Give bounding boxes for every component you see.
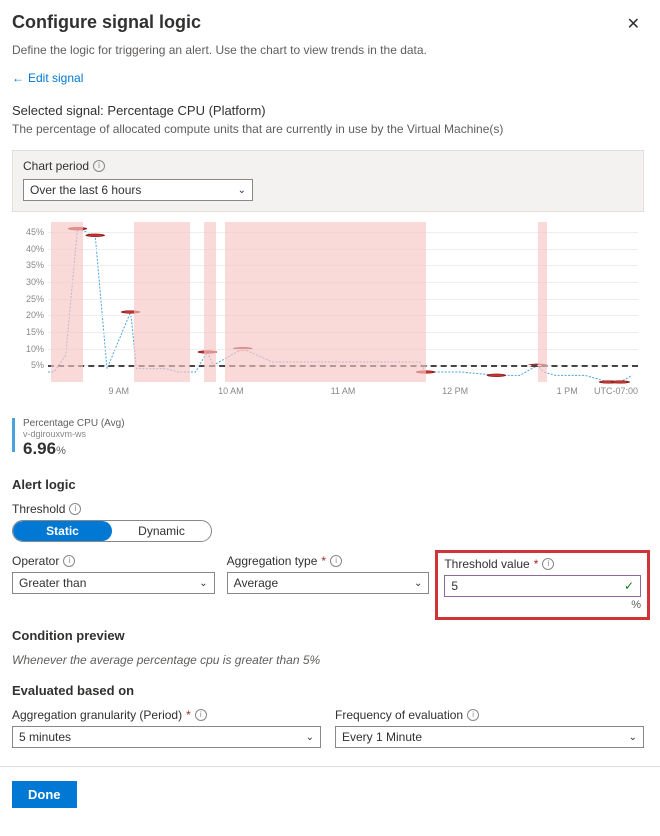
- y-tick: 15%: [26, 327, 44, 337]
- threshold-mode-static[interactable]: Static: [13, 521, 112, 541]
- aggregation-type-label: Aggregation type: [227, 554, 318, 568]
- threshold-value-highlight: Threshold value * i 5 ✓ %: [435, 550, 650, 620]
- chevron-down-icon: ⌄: [199, 578, 207, 589]
- frequency-label: Frequency of evaluation: [335, 708, 463, 722]
- threshold-label: Threshold: [12, 502, 65, 516]
- required-icon: *: [534, 557, 539, 571]
- x-tick: 12 PM: [442, 386, 468, 396]
- selected-signal: Selected signal: Percentage CPU (Platfor…: [12, 103, 644, 118]
- x-tick: 1 PM: [557, 386, 578, 396]
- y-tick: 25%: [26, 294, 44, 304]
- info-icon[interactable]: i: [467, 709, 479, 721]
- info-icon[interactable]: i: [69, 503, 81, 515]
- aggregation-type-value: Average: [234, 576, 278, 590]
- chart-period-panel: Chart period i Over the last 6 hours ⌄: [12, 150, 644, 212]
- chart-timezone: UTC-07:00: [594, 386, 638, 396]
- chart-period-dropdown[interactable]: Over the last 6 hours ⌄: [23, 179, 253, 201]
- check-icon: ✓: [624, 579, 634, 593]
- threshold-value-text: 5: [451, 579, 458, 593]
- summary-value: 6.96: [23, 439, 56, 458]
- info-icon[interactable]: i: [63, 555, 75, 567]
- close-icon[interactable]: ✕: [623, 12, 644, 36]
- x-tick: 10 AM: [218, 386, 244, 396]
- y-tick: 45%: [26, 227, 44, 237]
- threshold-value-input[interactable]: 5 ✓: [444, 575, 641, 597]
- summary-unit: %: [56, 445, 66, 457]
- operator-label: Operator: [12, 554, 59, 568]
- y-tick: 5%: [31, 360, 44, 370]
- y-tick: 35%: [26, 260, 44, 270]
- y-tick: 20%: [26, 310, 44, 320]
- chart-period-label: Chart period: [23, 159, 89, 173]
- signal-chart: 5% 10% 15% 20% 25% 30% 35% 40% 45% UTC-07:00 9 A…: [12, 222, 644, 412]
- operator-dropdown[interactable]: Greater than ⌄: [12, 572, 215, 594]
- selected-signal-description: The percentage of allocated compute unit…: [12, 122, 644, 136]
- chart-period-value: Over the last 6 hours: [30, 183, 141, 197]
- page-title: Configure signal logic: [12, 12, 201, 33]
- y-tick: 30%: [26, 277, 44, 287]
- evaluated-heading: Evaluated based on: [12, 683, 644, 698]
- x-tick: 11 AM: [331, 386, 356, 396]
- alert-logic-heading: Alert logic: [12, 477, 644, 492]
- info-icon[interactable]: i: [195, 709, 207, 721]
- edit-signal-label: Edit signal: [28, 71, 83, 85]
- required-icon: *: [321, 554, 326, 568]
- chevron-down-icon: ⌄: [414, 578, 422, 589]
- condition-preview-text: Whenever the average percentage cpu is g…: [12, 653, 644, 667]
- arrow-left-icon: ←: [12, 71, 24, 85]
- x-tick: 9 AM: [109, 386, 130, 396]
- edit-signal-link[interactable]: ← Edit signal: [12, 71, 644, 85]
- summary-subtitle: v-dgirouxvm-ws: [23, 429, 125, 439]
- frequency-value: Every 1 Minute: [342, 730, 422, 744]
- granularity-dropdown[interactable]: 5 minutes ⌄: [12, 726, 321, 748]
- info-icon[interactable]: i: [93, 160, 105, 172]
- y-tick: 40%: [26, 244, 44, 254]
- threshold-value-unit: %: [444, 599, 641, 611]
- y-tick: 10%: [26, 344, 44, 354]
- chart-summary: Percentage CPU (Avg) v-dgirouxvm-ws 6.96…: [12, 418, 644, 459]
- info-icon[interactable]: i: [542, 558, 554, 570]
- granularity-value: 5 minutes: [19, 730, 71, 744]
- series-color-indicator: [12, 418, 15, 452]
- aggregation-type-dropdown[interactable]: Average ⌄: [227, 572, 430, 594]
- threshold-mode-toggle[interactable]: Static Dynamic: [12, 520, 212, 542]
- condition-preview-heading: Condition preview: [12, 628, 644, 643]
- summary-label: Percentage CPU (Avg): [23, 418, 125, 429]
- operator-value: Greater than: [19, 576, 86, 590]
- chevron-down-icon: ⌄: [306, 732, 314, 743]
- chevron-down-icon: ⌄: [629, 732, 637, 743]
- threshold-mode-dynamic[interactable]: Dynamic: [112, 521, 211, 541]
- footer-separator: [0, 766, 660, 767]
- granularity-label: Aggregation granularity (Period): [12, 708, 182, 722]
- frequency-dropdown[interactable]: Every 1 Minute ⌄: [335, 726, 644, 748]
- page-description: Define the logic for triggering an alert…: [12, 43, 644, 57]
- chevron-down-icon: ⌄: [238, 185, 246, 196]
- done-button[interactable]: Done: [12, 781, 77, 808]
- required-icon: *: [186, 708, 191, 722]
- threshold-value-label: Threshold value: [444, 557, 529, 571]
- info-icon[interactable]: i: [330, 555, 342, 567]
